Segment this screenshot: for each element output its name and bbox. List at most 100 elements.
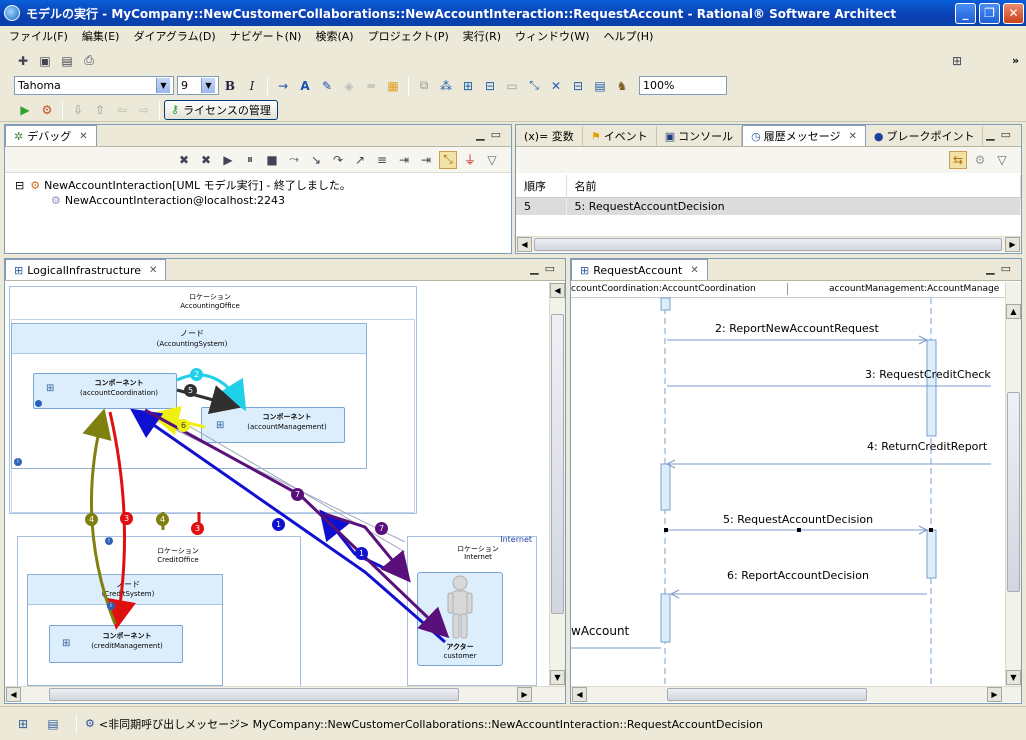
menu-file[interactable]: ファイル(F) <box>2 28 75 44</box>
scroll-down-icon[interactable]: ▼ <box>1006 670 1021 685</box>
message-label-2[interactable]: 2: ReportNewAccountRequest <box>715 322 879 335</box>
close-icon[interactable]: ✕ <box>149 265 157 276</box>
view-min-max[interactable]: ▁▭ <box>476 128 507 141</box>
view-menu-icon[interactable]: ▽ <box>483 151 501 169</box>
align-icon[interactable]: ⊞ <box>459 77 477 95</box>
column-name[interactable]: 名前 <box>566 175 1021 198</box>
hide-relations-icon[interactable]: ✕ <box>547 77 565 95</box>
save-icon[interactable]: ▣ <box>36 52 54 70</box>
view-min-max[interactable]: ▁▭ <box>986 128 1017 141</box>
save-all-icon[interactable]: ▤ <box>58 52 76 70</box>
run-icon[interactable]: ▶ <box>16 101 34 119</box>
font-size-combo[interactable]: 9 ▼ <box>177 76 219 95</box>
scroll-left-icon[interactable]: ◀ <box>6 687 21 702</box>
open-perspective-icon[interactable]: ⊞ <box>948 52 966 70</box>
close-icon[interactable]: ✕ <box>79 131 87 142</box>
license-manage-button[interactable]: ⚷ ライセンスの管理 <box>164 99 278 120</box>
message-marker[interactable]: 3 <box>120 512 133 525</box>
arrange-all-icon[interactable]: ⁂ <box>437 77 455 95</box>
palette-icon[interactable]: ♞ <box>613 77 631 95</box>
menu-window[interactable]: ウィンドウ(W) <box>508 28 596 44</box>
zoom-combo[interactable]: 100% <box>639 76 727 95</box>
view-min-max[interactable]: ▁▭ <box>986 262 1017 275</box>
info-icon[interactable]: i <box>105 537 113 545</box>
show-next-icon[interactable]: ⇥ <box>417 151 435 169</box>
message-marker[interactable]: 5 <box>184 384 197 397</box>
scroll-up-icon[interactable]: ◀ <box>550 283 565 298</box>
font-color-icon[interactable]: A <box>296 77 314 95</box>
scroll-left-icon[interactable]: ◀ <box>517 237 532 252</box>
tree-expander[interactable]: ⊟ <box>15 179 24 192</box>
menu-edit[interactable]: 編集(E) <box>75 28 127 44</box>
menu-run[interactable]: 実行(R) <box>456 28 508 44</box>
minimize-button[interactable]: _ <box>955 3 976 24</box>
message-marker[interactable]: 4 <box>156 513 169 526</box>
horizontal-scrollbar[interactable]: ◀ ▶ <box>516 236 1021 252</box>
tab-variables[interactable]: (x)= 変数 <box>516 126 583 146</box>
close-icon[interactable]: ✕ <box>690 265 698 276</box>
message-label-new-account[interactable]: wAccount <box>571 624 629 638</box>
tab-events[interactable]: ⚑ イベント <box>583 126 657 146</box>
remove-terminated-icon[interactable]: ✖ <box>175 151 193 169</box>
new-icon[interactable]: ✚ <box>14 52 32 70</box>
view-menu-icon[interactable]: ▽ <box>993 151 1011 169</box>
close-button[interactable]: ✕ <box>1003 3 1024 24</box>
link-icon[interactable]: ⤡ <box>439 150 457 169</box>
scroll-thumb[interactable] <box>49 688 459 701</box>
tab-logical-infrastructure[interactable]: ⊞ LogicalInfrastructure ✕ <box>5 259 167 280</box>
column-order[interactable]: 順序 <box>516 175 567 198</box>
bold-button[interactable]: B <box>221 77 239 95</box>
scroll-right-icon[interactable]: ▶ <box>987 687 1002 702</box>
scroll-thumb[interactable] <box>1007 392 1020 592</box>
scroll-thumb[interactable] <box>551 314 564 614</box>
maximize-button[interactable]: ❐ <box>979 3 1000 24</box>
print-icon[interactable]: ⎙ <box>80 52 98 70</box>
message-label-5[interactable]: 5: RequestAccountDecision <box>723 513 873 526</box>
scroll-down-icon[interactable]: ▼ <box>550 670 565 685</box>
menu-search[interactable]: 検索(A) <box>308 28 360 44</box>
tab-debug[interactable]: ✲ デバッグ ✕ <box>5 125 97 146</box>
message-marker[interactable]: 7 <box>375 522 388 535</box>
message-label-4[interactable]: 4: ReturnCreditReport <box>867 440 987 453</box>
selection-handle[interactable] <box>664 528 668 532</box>
diagram-canvas[interactable]: ロケーション AccountingOffice ノード (AccountingS… <box>5 282 549 686</box>
scroll-up-icon[interactable]: ▲ <box>1006 304 1021 319</box>
distribute-icon[interactable]: ⊟ <box>481 77 499 95</box>
message-marker[interactable]: 6 <box>177 419 190 432</box>
fast-view-icon[interactable]: ⊞ <box>14 715 32 733</box>
scroll-thumb[interactable] <box>667 688 867 701</box>
show-relations-icon[interactable]: ⤡ <box>525 77 543 95</box>
scroll-thumb[interactable] <box>534 238 1002 251</box>
horizontal-scrollbar[interactable]: ◀ ▶ <box>571 686 1021 702</box>
filter-icon[interactable]: ⚙ <box>971 151 989 169</box>
back-icon[interactable]: ⇦ <box>113 101 131 119</box>
italic-button[interactable]: I <box>243 77 261 95</box>
info-icon[interactable]: i <box>107 602 115 610</box>
message-marker[interactable]: 3 <box>191 522 204 535</box>
tab-console[interactable]: ▣ コンソール <box>657 126 743 146</box>
tree-item-process[interactable]: ⚙ NewAccountInteraction@localhost:2243 <box>51 194 285 207</box>
message-marker[interactable]: 2 <box>190 368 203 381</box>
message-marker[interactable]: 7 <box>291 488 304 501</box>
appearance-icon[interactable]: ▦ <box>384 77 402 95</box>
tab-breakpoints[interactable]: ● ブレークポイント <box>866 126 984 146</box>
external-tools-icon[interactable]: ⚙ <box>38 101 56 119</box>
menu-diagram[interactable]: ダイアグラム(D) <box>126 28 222 44</box>
message-arrow-1[interactable] <box>130 408 446 644</box>
filters-icon[interactable]: ▤ <box>591 77 609 95</box>
selection-handle[interactable] <box>929 528 933 532</box>
menu-help[interactable]: ヘルプ(H) <box>597 28 661 44</box>
link-icon[interactable]: ⇆ <box>949 151 967 169</box>
scroll-right-icon[interactable]: ▶ <box>517 687 532 702</box>
horizontal-scrollbar[interactable]: ◀ ▶ <box>5 686 565 702</box>
line-style-icon[interactable]: → <box>274 77 292 95</box>
toolbar-overflow[interactable]: » <box>1012 54 1019 67</box>
tab-request-account[interactable]: ⊞ RequestAccount ✕ <box>571 259 708 280</box>
menu-navigate[interactable]: ナビゲート(N) <box>223 28 309 44</box>
message-label-3[interactable]: 3: RequestCreditCheck <box>865 368 991 381</box>
outline-icon[interactable]: ▤ <box>44 715 62 733</box>
scroll-right-icon[interactable]: ▶ <box>1005 237 1020 252</box>
message-marker[interactable]: 4 <box>85 513 98 526</box>
line-color-icon[interactable]: ✎ <box>318 77 336 95</box>
font-name-combo[interactable]: Tahoma ▼ <box>14 76 174 95</box>
